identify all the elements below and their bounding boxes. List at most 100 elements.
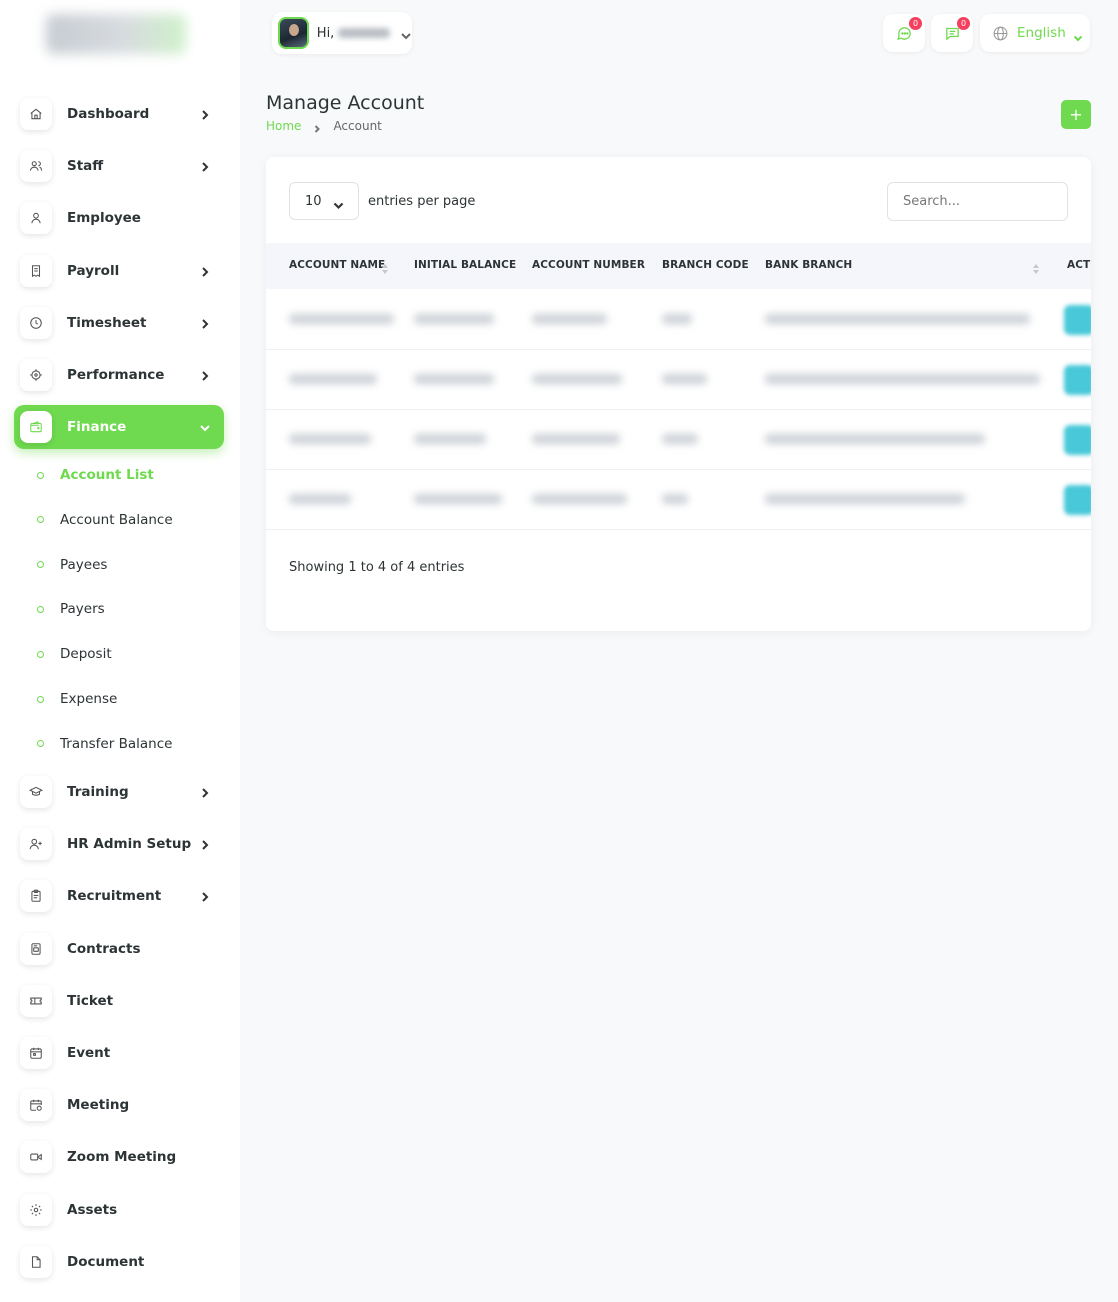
action-button[interactable] <box>1064 305 1091 335</box>
table-row <box>266 410 1091 470</box>
sidebar-item-training[interactable]: Training <box>14 770 224 814</box>
avatar <box>278 17 309 49</box>
finance-sub-payees[interactable]: Payees <box>30 554 107 576</box>
globe-icon <box>992 25 1009 42</box>
table-row <box>266 350 1091 410</box>
add-account-button[interactable]: + <box>1061 100 1091 129</box>
action-button[interactable] <box>1064 425 1091 455</box>
bullet-icon <box>37 516 44 524</box>
col-branch-code[interactable]: BRANCH CODE <box>662 259 749 271</box>
sidebar-item-zoom-meeting[interactable]: Zoom Meeting <box>14 1135 224 1179</box>
table-cell-redacted <box>532 314 607 324</box>
sub-item-label: Account List <box>60 467 154 483</box>
sub-item-label: Payers <box>60 601 105 618</box>
sidebar-item-payroll[interactable]: Payroll <box>14 249 224 293</box>
sidebar-item-label: Ticket <box>67 992 114 1009</box>
user-menu[interactable]: Hi, <box>272 12 412 54</box>
sidebar-item-assets[interactable]: Assets <box>14 1188 224 1232</box>
sidebar-item-label: Dashboard <box>67 106 150 122</box>
calendar-icon <box>20 1037 52 1069</box>
table-info: Showing 1 to 4 of 4 entries <box>289 560 465 575</box>
action-button[interactable] <box>1064 365 1091 395</box>
bullet-icon <box>37 740 44 748</box>
table-cell-redacted <box>414 314 494 324</box>
sidebar: Dashboard Staff Employee Payroll Timesheet Pe… <box>0 0 240 1302</box>
finance-sub-expense[interactable]: Expense <box>30 688 117 710</box>
table-row <box>266 290 1091 350</box>
col-account-name[interactable]: ACCOUNT NAME <box>289 259 385 271</box>
sidebar-item-employee[interactable]: Employee <box>14 196 224 240</box>
user-icon <box>20 202 52 235</box>
chevron-right-icon <box>198 785 212 799</box>
sub-item-label: Deposit <box>60 646 112 663</box>
sub-item-label: Transfer Balance <box>60 735 173 752</box>
finance-sub-payers[interactable]: Payers <box>30 598 105 620</box>
wallet-icon <box>20 411 52 444</box>
sidebar-item-label: Assets <box>67 1201 118 1218</box>
table-cell-redacted <box>662 374 707 384</box>
bullet-icon <box>37 650 44 658</box>
sort-icon[interactable] <box>1033 260 1039 274</box>
language-selector[interactable]: English <box>980 14 1090 52</box>
search-input[interactable] <box>887 182 1068 221</box>
user-name-blurred <box>338 28 390 38</box>
sidebar-item-finance[interactable]: Finance <box>14 405 224 450</box>
sub-item-label: Expense <box>60 691 118 707</box>
greeting: Hi, <box>316 25 335 41</box>
col-bank-branch[interactable]: BANK BRANCH <box>765 259 852 271</box>
sidebar-item-label: HR Admin Setup <box>67 836 192 853</box>
table-cell-redacted <box>662 494 688 504</box>
sidebar-item-hr-admin-setup[interactable]: HR Admin Setup <box>14 822 224 866</box>
document-icon <box>20 1245 52 1278</box>
bullet-icon <box>37 695 44 703</box>
breadcrumb: Home Account <box>266 119 382 133</box>
col-account-number[interactable]: ACCOUNT NUMBER <box>532 259 645 271</box>
finance-sub-transfer-balance[interactable]: Transfer Balance <box>30 733 172 755</box>
per-page-select[interactable]: 10 <box>289 182 359 220</box>
table-row <box>266 470 1091 530</box>
breadcrumb-current: Account <box>333 119 382 133</box>
finance-sub-account-list[interactable]: Account List <box>30 464 154 486</box>
finance-sub-deposit[interactable]: Deposit <box>30 643 112 665</box>
sidebar-item-label: Recruitment <box>67 888 162 905</box>
bullet-icon <box>37 471 44 479</box>
message-notification-button[interactable]: 0 <box>931 14 973 52</box>
sidebar-item-meeting[interactable]: Meeting <box>14 1083 224 1127</box>
bullet-icon <box>37 561 44 569</box>
sub-item-label: Account Balance <box>60 511 173 528</box>
sidebar-item-dashboard[interactable]: Dashboard <box>14 92 224 136</box>
sort-icon[interactable] <box>382 260 388 274</box>
sidebar-item-staff[interactable]: Staff <box>14 144 224 188</box>
table-cell-redacted <box>765 494 965 504</box>
sidebar-item-event[interactable]: Event <box>14 1031 224 1075</box>
clipboard-icon <box>20 880 52 913</box>
sidebar-item-contracts[interactable]: Contracts <box>14 927 224 971</box>
bullet-icon <box>37 605 44 613</box>
chevron-right-icon <box>198 368 212 382</box>
table-cell-redacted <box>414 434 486 444</box>
col-initial-balance[interactable]: INITIAL BALANCE <box>414 259 516 271</box>
breadcrumb-home[interactable]: Home <box>266 119 301 133</box>
sidebar-item-performance[interactable]: Performance <box>14 353 224 397</box>
graduation-cap-icon <box>20 776 52 808</box>
sidebar-item-label: Performance <box>67 367 165 383</box>
table-cell-redacted <box>765 314 1030 324</box>
chat-notification-button[interactable]: 0 <box>883 14 925 52</box>
table-cell-redacted <box>662 434 698 444</box>
sidebar-item-document[interactable]: Document <box>14 1240 224 1284</box>
sidebar-item-ticket[interactable]: Ticket <box>14 979 224 1023</box>
sidebar-item-label: Contracts <box>67 940 141 957</box>
gear-icon <box>20 1193 52 1226</box>
brand-logo[interactable] <box>46 14 186 54</box>
users-icon <box>20 150 52 183</box>
finance-sub-account-balance[interactable]: Account Balance <box>30 509 173 531</box>
table-cell-redacted <box>532 494 627 504</box>
action-button[interactable] <box>1064 485 1091 515</box>
sidebar-item-recruitment[interactable]: Recruitment <box>14 874 224 918</box>
chevron-down-icon <box>198 420 212 434</box>
table-cell-redacted <box>414 494 502 504</box>
user-plus-icon <box>20 828 52 861</box>
per-page-label: entries per page <box>368 194 476 209</box>
sidebar-item-timesheet[interactable]: Timesheet <box>14 301 224 345</box>
table-cell-redacted <box>532 374 622 384</box>
